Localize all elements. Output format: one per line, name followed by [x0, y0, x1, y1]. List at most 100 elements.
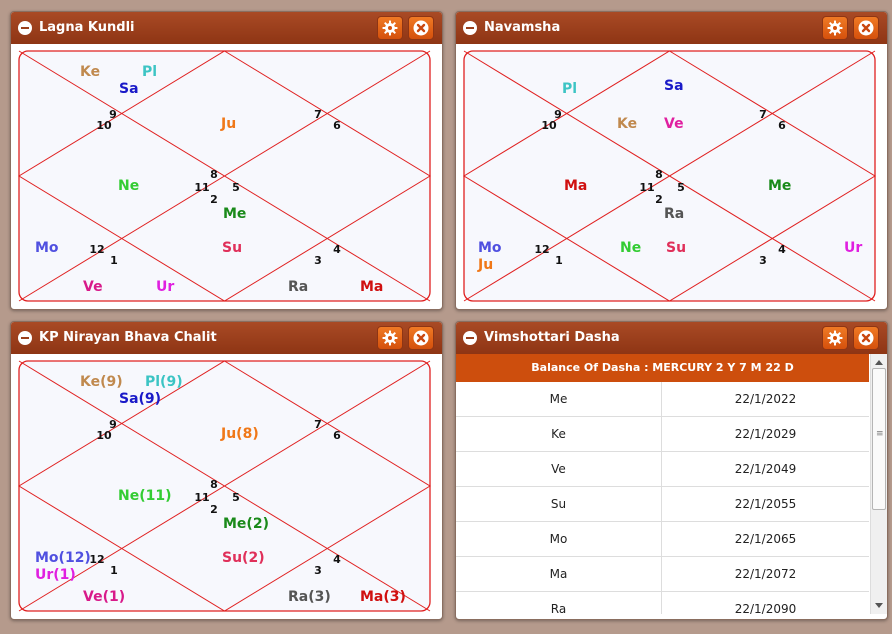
planet-label: Ve [664, 116, 684, 132]
planet-label: Me [223, 206, 246, 222]
planet-label: Ju(8) [220, 426, 259, 442]
chart-svg: 91076811 52121 34Pl SaKe VeMa MeRaMoJuNe Su Ur [463, 50, 876, 302]
settings-button[interactable] [822, 16, 848, 40]
planet-label: Me [768, 178, 791, 194]
table-row[interactable]: Ke 22/1/2029 [456, 416, 869, 452]
house-number: 12 [89, 553, 104, 566]
scroll-down-arrow-icon[interactable] [875, 603, 883, 608]
planet-label: Sa [664, 78, 684, 94]
dasha-balance-header: Balance Of Dasha : MERCURY 2 Y 7 M 22 D [456, 354, 869, 382]
planet-label: Ma(3) [360, 589, 406, 605]
dasha-date: 22/1/2055 [661, 486, 869, 522]
planet-label: Ur [844, 240, 862, 256]
planet-label: Su(2) [222, 550, 265, 566]
gear-icon [382, 20, 398, 36]
collapse-icon[interactable] [463, 21, 477, 35]
close-button[interactable] [408, 16, 434, 40]
house-number: 2 [210, 193, 218, 206]
dasha-planet: Ve [456, 451, 662, 487]
table-row[interactable]: Me 22/1/2022 [456, 382, 869, 417]
close-icon [413, 20, 429, 36]
navamsha-panel: Navamsha 9 10 7 6 8 11 5 2 12 1 3 4 Pl Sa Ke Ve Ma Me Ra Mo… [455, 11, 888, 310]
dasha-planet: Su [456, 486, 662, 522]
scrollbar-thumb[interactable]: ≡ [872, 368, 886, 510]
chart-svg: 91076811 52121 34Ke(9) Pl(9)Sa(9)Ju(8)Ne(11… [18, 360, 431, 612]
planet-label: Ra [664, 206, 684, 222]
dasha-date: 22/1/2029 [661, 416, 869, 452]
dasha-date: 22/1/2049 [661, 451, 869, 487]
gear-icon [827, 20, 843, 36]
panel-header: Navamsha [456, 12, 887, 44]
close-button[interactable] [853, 16, 879, 40]
planet-label: Ma [564, 178, 587, 194]
panel-title: Navamsha [484, 20, 561, 35]
dasha-planet: Me [456, 382, 662, 417]
vimshottari-dasha-panel: Vimshottari Dasha Balance Of Dasha : MER… [455, 321, 888, 620]
planet-label: Mo(12) [35, 550, 91, 566]
planet-label: Ju [477, 257, 493, 273]
house-number: 11 [194, 181, 209, 194]
table-row[interactable]: Su 22/1/2055 [456, 486, 869, 522]
collapse-icon[interactable] [18, 331, 32, 345]
lagna-kundli-panel: Lagna Kundli 9 10 7 6 8 11 5 2 12 1 3 4 Ke Pl Sa Ju Ne Me… [10, 11, 443, 310]
scroll-up-arrow-icon[interactable] [875, 360, 883, 365]
house-number: 3 [314, 564, 322, 577]
house-number: 2 [655, 193, 663, 206]
house-number: 10 [96, 119, 112, 132]
dasha-date: 22/1/2022 [661, 382, 869, 417]
house-number: 5 [232, 181, 240, 194]
collapse-icon[interactable] [18, 21, 32, 35]
house-number: 6 [333, 429, 341, 442]
house-number: 2 [210, 503, 218, 516]
house-number: 10 [96, 429, 112, 442]
house-number: 6 [778, 119, 786, 132]
vertical-scrollbar[interactable]: ≡ [870, 354, 887, 614]
panel-header: KP Nirayan Bhava Chalit [11, 322, 442, 354]
planet-label: Sa(9) [119, 391, 161, 407]
gear-icon [382, 330, 398, 346]
planet-label: Ur(1) [35, 567, 76, 583]
panel-title: Vimshottari Dasha [484, 330, 620, 345]
planet-label: Mo [478, 240, 502, 256]
close-icon [858, 330, 874, 346]
table-row[interactable]: Mo 22/1/2065 [456, 521, 869, 557]
house-number: 4 [778, 243, 786, 256]
settings-button[interactable] [822, 326, 848, 350]
close-button[interactable] [408, 326, 434, 350]
dasha-date: 22/1/2072 [661, 556, 869, 592]
close-button[interactable] [853, 326, 879, 350]
chart-svg: 91076811 52121 34Ke PlSaJuNeMeMo SuVe Ur Ra Ma [18, 50, 431, 302]
planet-label: Ra(3) [288, 589, 331, 605]
table-row[interactable]: Ma 22/1/2072 [456, 556, 869, 592]
house-number: 12 [89, 243, 104, 256]
house-number: 7 [314, 418, 322, 431]
house-number: 3 [314, 254, 322, 267]
close-icon [858, 20, 874, 36]
planet-label: Ke [80, 64, 100, 80]
planet-label: Ke(9) [80, 374, 123, 390]
house-number: 11 [639, 181, 654, 194]
house-number: 4 [333, 243, 341, 256]
house-number: 8 [210, 168, 218, 181]
planet-label: Ke [617, 116, 637, 132]
collapse-icon[interactable] [463, 331, 477, 345]
panel-header: Lagna Kundli [11, 12, 442, 44]
planet-label: Pl(9) [145, 374, 183, 390]
house-number: 7 [759, 108, 767, 121]
dasha-date: 22/1/2090 [661, 591, 869, 614]
kp-chalit-panel: KP Nirayan Bhava Chalit 9 10 7 6 8 11 5 2 12 1 3 4 K… [10, 321, 443, 620]
planet-label: Pl [142, 64, 157, 80]
dasha-planet: Ra [456, 591, 662, 614]
gear-icon [827, 330, 843, 346]
dasha-table-viewport[interactable]: Me 22/1/2022 Ke 22/1/2029 Ve 22/1/2049 Su 22… [456, 382, 869, 614]
house-number: 6 [333, 119, 341, 132]
settings-button[interactable] [377, 326, 403, 350]
planet-label: Pl [562, 81, 577, 97]
table-row[interactable]: Ve 22/1/2049 [456, 451, 869, 487]
settings-button[interactable] [377, 16, 403, 40]
table-row[interactable]: Ra 22/1/2090 [456, 591, 869, 614]
house-number: 4 [333, 553, 341, 566]
planet-label: Sa [119, 81, 139, 97]
dasha-planet: Mo [456, 521, 662, 557]
planet-label: Ma [360, 279, 383, 295]
